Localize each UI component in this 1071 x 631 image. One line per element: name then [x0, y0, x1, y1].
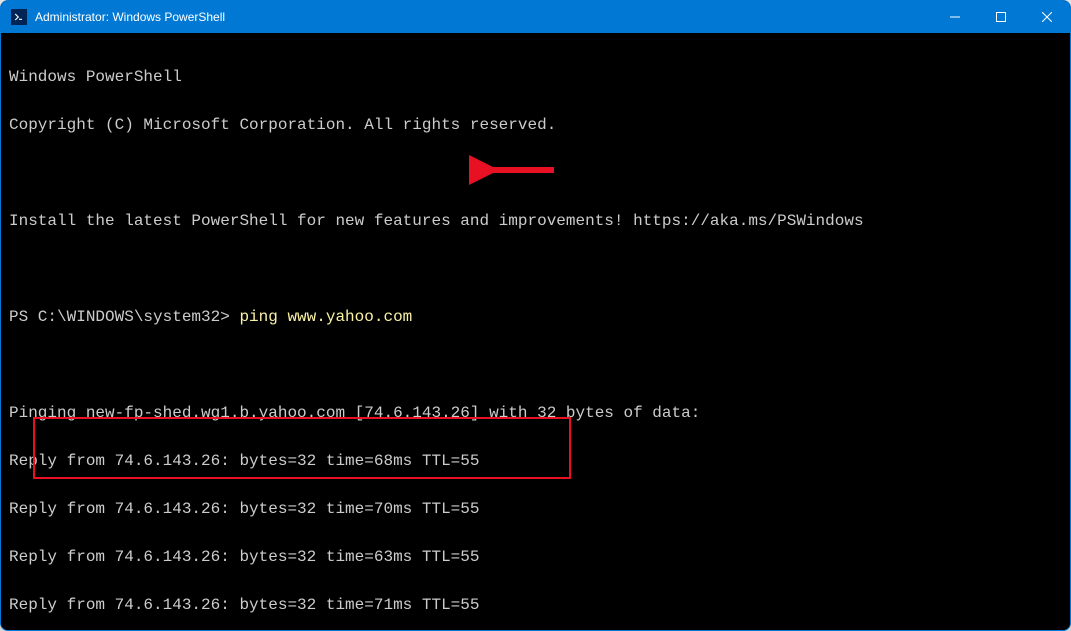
terminal-line: Pinging new-fp-shed.wg1.b.yahoo.com [74.…: [9, 401, 1066, 425]
terminal-line: Reply from 74.6.143.26: bytes=32 time=70…: [9, 497, 1066, 521]
powershell-icon: [11, 9, 27, 25]
window-title: Administrator: Windows PowerShell: [35, 10, 225, 24]
prompt-line: PS C:\WINDOWS\system32> ping www.yahoo.c…: [9, 305, 1066, 329]
terminal-line: Copyright (C) Microsoft Corporation. All…: [9, 113, 1066, 137]
prompt-prefix: PS C:\WINDOWS\system32>: [9, 308, 239, 326]
terminal-line: Windows PowerShell: [9, 65, 1066, 89]
minimize-button[interactable]: [932, 1, 978, 33]
terminal-area[interactable]: Windows PowerShell Copyright (C) Microso…: [1, 33, 1070, 630]
terminal-line: Install the latest PowerShell for new fe…: [9, 209, 1066, 233]
titlebar[interactable]: Administrator: Windows PowerShell: [1, 1, 1070, 33]
terminal-line: Reply from 74.6.143.26: bytes=32 time=71…: [9, 593, 1066, 617]
terminal-line: [9, 353, 1066, 377]
terminal-line: Reply from 74.6.143.26: bytes=32 time=68…: [9, 449, 1066, 473]
terminal-line: [9, 257, 1066, 281]
terminal-line: [9, 161, 1066, 185]
maximize-button[interactable]: [978, 1, 1024, 33]
powershell-window: Administrator: Windows PowerShell Window…: [0, 0, 1071, 631]
ping-command: ping www.yahoo.com: [239, 308, 412, 326]
window-controls: [932, 1, 1070, 33]
close-button[interactable]: [1024, 1, 1070, 33]
terminal-line: Reply from 74.6.143.26: bytes=32 time=63…: [9, 545, 1066, 569]
